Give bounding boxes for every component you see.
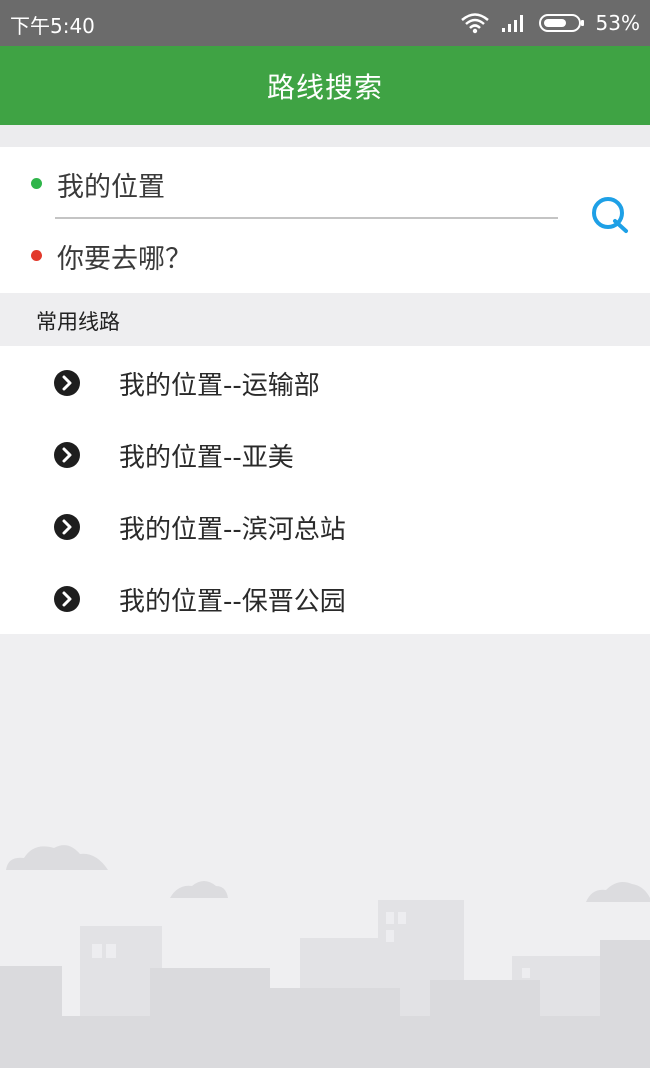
chevron-right-icon — [54, 514, 80, 540]
route-label: 我的位置--运输部 — [119, 371, 320, 401]
route-item[interactable]: 我的位置--保晋公园 — [0, 562, 650, 634]
common-routes-title: 常用线路 — [36, 310, 120, 334]
route-search-panel: 我的位置 你要去哪？ — [0, 147, 650, 293]
title-bar: 路线搜索 — [0, 46, 650, 125]
route-item[interactable]: 我的位置--亚美 — [0, 418, 650, 490]
field-divider — [55, 217, 558, 219]
wifi-icon — [460, 13, 489, 34]
chevron-right-icon — [54, 586, 80, 612]
route-label: 我的位置--保晋公园 — [119, 587, 346, 617]
battery-percent: 53% — [595, 11, 640, 35]
end-point-dot — [31, 250, 42, 261]
status-time: 下午5:40 — [10, 14, 95, 38]
city-skyline-illustration — [0, 845, 650, 1068]
route-item[interactable]: 我的位置--滨河总站 — [0, 490, 650, 562]
start-point-dot — [31, 178, 42, 189]
chevron-right-icon — [54, 442, 80, 468]
page-title: 路线搜索 — [266, 70, 383, 104]
chevron-right-icon — [54, 370, 80, 396]
route-label: 我的位置--亚美 — [119, 443, 294, 473]
search-icon[interactable] — [588, 193, 632, 237]
status-bar: 下午5:40 53% — [0, 0, 650, 46]
start-location-field[interactable]: 我的位置 — [57, 165, 165, 204]
destination-field[interactable]: 你要去哪？ — [57, 237, 192, 276]
route-item[interactable]: 我的位置--运输部 — [0, 346, 650, 418]
common-routes-header: 常用线路 — [0, 293, 650, 346]
common-routes-list: 我的位置--运输部 我的位置--亚美 我的位置--滨河总站 我的位置--保晋公园 — [0, 346, 650, 634]
battery-icon — [538, 14, 584, 32]
route-label: 我的位置--滨河总站 — [119, 515, 346, 545]
signal-icon — [501, 15, 523, 32]
header-divider-strip — [0, 125, 650, 147]
status-icons: 53% — [460, 10, 640, 36]
